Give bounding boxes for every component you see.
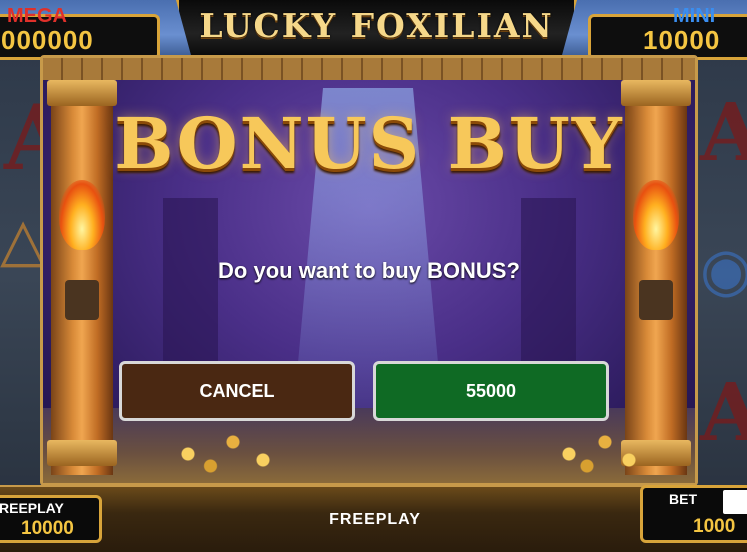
coin-pile-icon [533,418,653,478]
reel-symbol-a-bottom-right: A [700,365,747,459]
reel-symbol-a-right: A [700,85,747,179]
pillar-left-base [47,440,117,466]
torch-flame-icon [59,180,105,250]
freeplay-panel-value: 10000 [21,518,74,539]
mega-jackpot-value: 000000 [1,25,94,55]
mega-jackpot-panel: MEGA 000000 [0,5,160,60]
bonus-buy-dialog: BONUS BUY Do you want to buy BONUS? CANC… [40,55,698,486]
freeplay-panel: REEPLAY 10000 [0,495,102,543]
temple-frieze [43,58,695,80]
game-logo-title: LUCKY FOXILIAN [199,6,554,45]
torch-holder-right [639,280,673,320]
game-logo: LUCKY FOXILIAN [176,0,577,59]
reel-symbol-eye: ◉ [700,235,747,305]
bet-panel[interactable]: BET 1000 [640,485,747,543]
bet-value: 1000 [693,516,736,537]
dialog-question: Do you want to buy BONUS? [218,258,520,283]
mini-jackpot-value: 10000 [643,25,721,55]
dialog-title: BONUS BUY [114,102,624,185]
bet-adjust-button[interactable] [723,490,747,514]
freeplay-label: FREEPLAY [329,511,421,528]
freeplay-panel-label: REEPLAY [0,500,64,516]
buy-bonus-button[interactable]: 55000 [373,361,609,421]
torch-flame-icon [633,180,679,250]
coin-pile-icon [143,418,293,478]
top-bar: MEGA 000000 LUCKY FOXILIAN MINI 10000 [0,0,747,60]
bet-label: BET [669,491,697,507]
torch-holder-left [65,280,99,320]
mini-jackpot-panel: MINI 10000 [588,5,747,60]
cancel-button[interactable]: CANCEL [119,361,355,421]
